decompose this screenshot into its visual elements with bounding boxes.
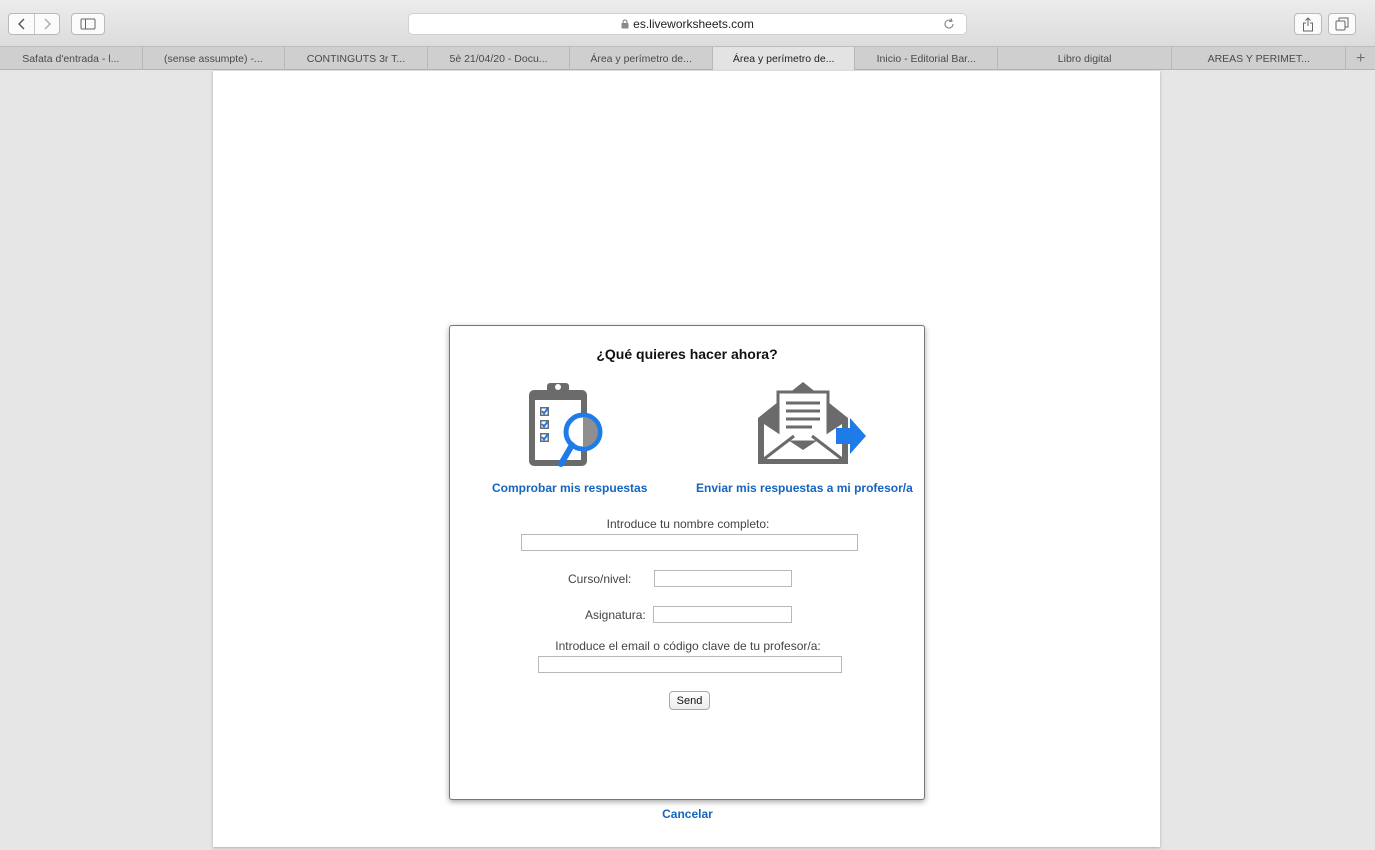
navigation-buttons	[8, 13, 60, 35]
reload-icon[interactable]	[942, 17, 956, 31]
full-name-input[interactable]	[521, 534, 858, 551]
tab-9[interactable]: AREAS Y PERIMET...	[1172, 47, 1347, 70]
share-icon	[1303, 16, 1313, 31]
course-label: Curso/nivel:	[568, 572, 632, 586]
tab-5[interactable]: Área y perímetro de...	[570, 47, 713, 70]
teacher-email-input[interactable]	[538, 656, 842, 673]
tab-1[interactable]: Safata d'entrada - l...	[0, 47, 143, 70]
send-to-teacher-link[interactable]: Enviar mis respuestas a mi profesor/a	[696, 481, 913, 495]
back-button[interactable]	[9, 14, 34, 34]
tab-8[interactable]: Libro digital	[998, 47, 1173, 70]
show-all-tabs-button[interactable]	[1328, 13, 1356, 35]
tab-4[interactable]: 5è 21/04/20 - Docu...	[428, 47, 571, 70]
subject-label: Asignatura:	[585, 608, 646, 622]
tab-2[interactable]: (sense assumpte) -...	[143, 47, 286, 70]
clipboard-magnifier-icon[interactable]	[525, 378, 610, 470]
tab-bar: Safata d'entrada - l... (sense assumpte)…	[0, 46, 1375, 70]
teacher-email-label: Introduce el email o código clave de tu …	[555, 639, 821, 653]
share-button[interactable]	[1294, 13, 1322, 35]
subject-input[interactable]	[653, 606, 792, 623]
cancel-link[interactable]: Cancelar	[0, 807, 1375, 821]
forward-button[interactable]	[34, 14, 59, 34]
course-input[interactable]	[654, 570, 792, 587]
address-bar[interactable]: es.liveworksheets.com	[408, 13, 967, 35]
send-button[interactable]: Send	[669, 691, 710, 710]
new-tab-button[interactable]: +	[1346, 47, 1375, 70]
tab-3[interactable]: CONTINGUTS 3r T...	[285, 47, 428, 70]
url-text: es.liveworksheets.com	[633, 17, 754, 31]
tab-6-active[interactable]: Área y perímetro de...	[712, 47, 856, 70]
sidebar-icon	[80, 18, 96, 30]
check-answers-link[interactable]: Comprobar mis respuestas	[492, 481, 647, 495]
lock-icon	[621, 19, 629, 29]
dialog-title: ¿Qué quieres hacer ahora?	[596, 346, 778, 362]
full-name-label: Introduce tu nombre completo:	[606, 517, 770, 531]
browser-toolbar: es.liveworksheets.com	[0, 0, 1375, 46]
sidebar-button[interactable]	[71, 13, 105, 35]
chevron-left-icon	[17, 18, 24, 30]
chevron-right-icon	[44, 18, 51, 30]
submit-dialog: ¿Qué quieres hacer ahora? Comprobar mis …	[449, 325, 925, 800]
tab-7[interactable]: Inicio - Editorial Bar...	[855, 47, 999, 70]
tabs-overview-icon	[1335, 17, 1349, 31]
envelope-send-icon[interactable]	[750, 378, 870, 470]
